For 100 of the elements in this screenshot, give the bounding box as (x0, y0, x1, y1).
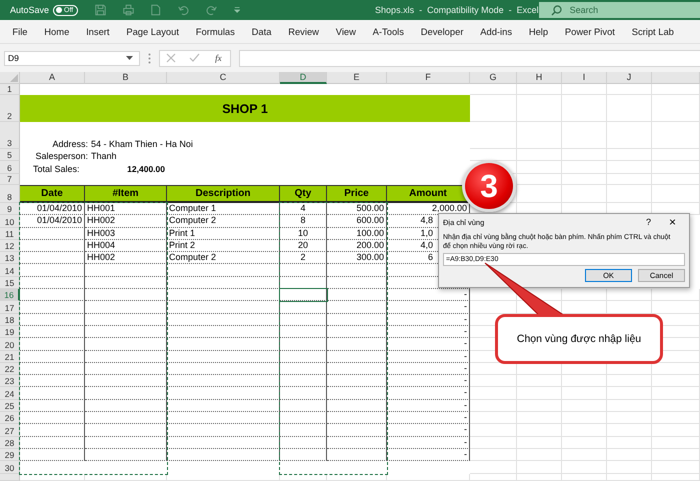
close-button[interactable]: × (660, 215, 685, 229)
dropdown-icon[interactable] (234, 6, 240, 14)
callout-text: Chọn vùng được nhập liệu (516, 333, 642, 345)
table-cell: - (387, 314, 470, 326)
row-header[interactable]: 26 (0, 412, 20, 424)
column-header[interactable]: G (470, 72, 517, 84)
table-cell (280, 326, 327, 338)
sheet-cell (652, 289, 700, 302)
ribbon-tab[interactable]: Script Lab (623, 26, 682, 37)
sheet-cell (517, 95, 562, 122)
table-cell: - (387, 436, 470, 449)
table-cell (280, 350, 327, 363)
sheet-cell (562, 122, 607, 149)
sheet-cell (607, 174, 652, 185)
table-cell (20, 375, 85, 388)
table-cell (280, 289, 327, 302)
table-header: #Item (85, 185, 167, 203)
sheet-cell (652, 95, 700, 122)
printer-icon[interactable] (123, 3, 134, 17)
column-header[interactable]: F (387, 72, 470, 84)
grip-icon (148, 52, 151, 64)
sheet-cell (562, 149, 607, 161)
ribbon-tab[interactable]: Power Pivot (556, 26, 624, 37)
table-cell (327, 350, 387, 363)
row-header[interactable]: 30 (0, 461, 20, 474)
table-cell: HH004 (85, 240, 167, 252)
column-header[interactable]: I (562, 72, 607, 84)
row-header[interactable]: 13 (0, 252, 20, 264)
ribbon-tab[interactable]: Help (520, 26, 556, 37)
table-cell: - (387, 412, 470, 424)
column-header[interactable] (652, 72, 700, 84)
column-header[interactable]: J (607, 72, 652, 84)
row-header[interactable]: 1 (0, 84, 20, 95)
active-cell[interactable] (279, 288, 328, 302)
ribbon-tab[interactable]: Home (36, 26, 78, 37)
row-header[interactable]: 2 (0, 95, 20, 122)
search-input[interactable]: Search (568, 4, 692, 16)
table-cell: HH003 (85, 228, 167, 240)
ribbon-tab[interactable]: Page Layout (118, 26, 188, 37)
table-cell (280, 338, 327, 351)
row-header[interactable]: 16 (0, 289, 20, 302)
row-header[interactable]: 6 (0, 161, 20, 174)
ribbon-tab[interactable]: File (4, 26, 36, 37)
sheet-cell (517, 436, 562, 449)
sheet-cell (470, 412, 517, 424)
table-cell (20, 314, 85, 326)
table-cell (280, 387, 327, 400)
ribbon-tab[interactable]: Data (243, 26, 280, 37)
sheet-cell (562, 436, 607, 449)
row-header[interactable]: 7 (0, 174, 20, 185)
column-header[interactable]: C (167, 72, 280, 84)
table-cell: - (387, 375, 470, 388)
row-header[interactable]: 8 (0, 185, 20, 203)
row-header[interactable]: 14 (0, 264, 20, 277)
document-icon[interactable] (151, 3, 161, 17)
ribbon-tab[interactable]: A-Tools (364, 26, 412, 37)
table-cell: - (387, 301, 470, 314)
row-header[interactable]: 20 (0, 338, 20, 351)
redo-icon[interactable] (206, 3, 217, 17)
name-box[interactable]: D9 (4, 50, 140, 66)
column-header[interactable]: B (85, 72, 167, 84)
cancel-icon[interactable] (166, 53, 176, 63)
undo-icon[interactable] (178, 3, 189, 17)
select-all-button[interactable] (0, 72, 20, 84)
column-header[interactable]: D (280, 72, 327, 84)
ribbon-tab[interactable]: View (327, 26, 364, 37)
table-cell (327, 436, 387, 449)
ribbon-tab[interactable]: Add-ins (472, 26, 520, 37)
table-cell (20, 350, 85, 363)
table-cell (327, 362, 387, 376)
ribbon-tab[interactable]: Review (280, 26, 328, 37)
table-cell (280, 314, 327, 326)
row-header[interactable]: 17 (0, 301, 20, 314)
row-header[interactable]: 5 (0, 149, 20, 161)
table-cell (20, 264, 85, 277)
sheet-title: SHOP 1 (20, 95, 470, 122)
sheet-cell (652, 412, 700, 424)
ribbon-tab[interactable]: Insert (78, 26, 118, 37)
row-header[interactable]: 3 (0, 122, 20, 149)
column-header[interactable]: H (517, 72, 562, 84)
ribbon-tab[interactable]: Formulas (187, 26, 244, 37)
help-button[interactable]: ? (636, 217, 660, 227)
table-cell (20, 362, 85, 376)
formula-input[interactable] (239, 50, 700, 66)
column-header[interactable]: E (327, 72, 387, 84)
row-header[interactable]: 27 (0, 424, 20, 437)
row-header[interactable]: 24 (0, 387, 20, 400)
checkmark-icon[interactable] (189, 53, 200, 63)
sheet-cell (470, 84, 517, 95)
insert-function-button[interactable]: fx (213, 53, 224, 63)
search-bar[interactable]: Search (538, 2, 700, 18)
save-icon[interactable] (95, 3, 106, 17)
sheet-cell (517, 375, 562, 388)
sheet-cell (517, 412, 562, 424)
sheet-cell (517, 122, 562, 149)
row-header[interactable]: 10 (0, 215, 20, 228)
ribbon-tab[interactable]: Developer (412, 26, 472, 37)
column-header[interactable]: A (20, 72, 85, 84)
row-header[interactable]: 9 (0, 203, 20, 216)
row-header[interactable]: 23 (0, 375, 20, 388)
